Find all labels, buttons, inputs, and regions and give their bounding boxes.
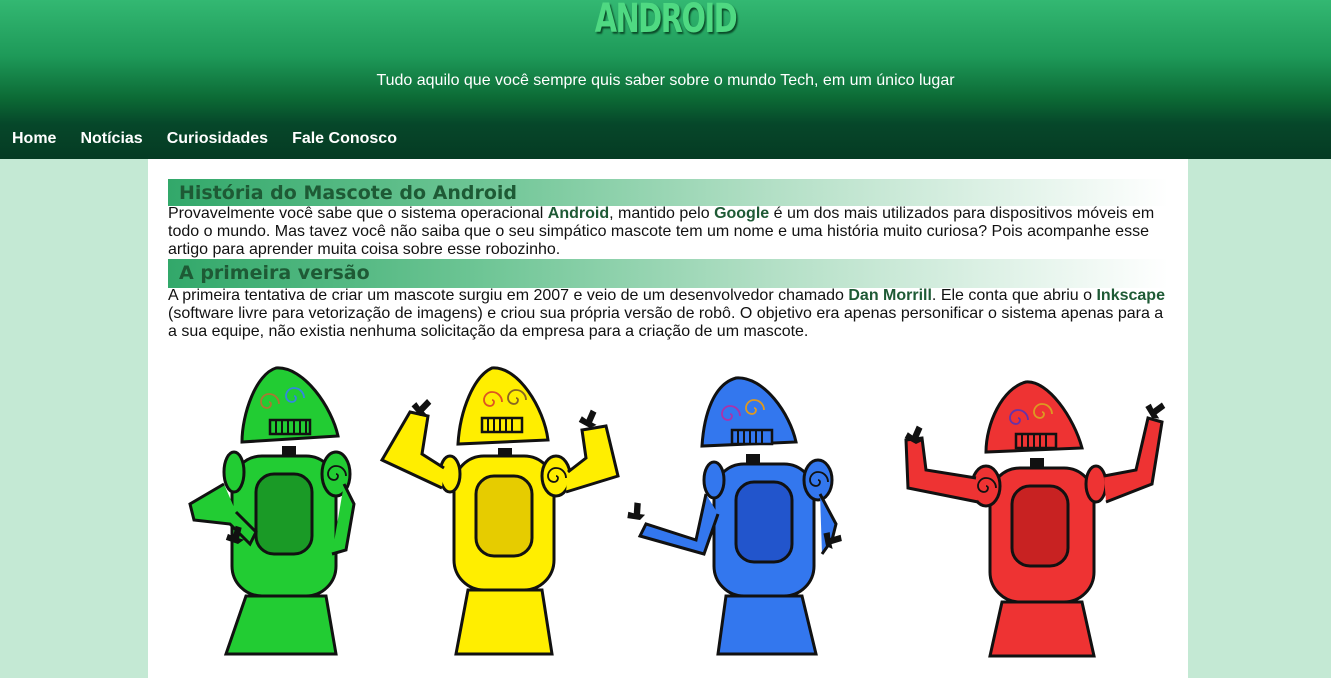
nav-fale-conosco-link[interactable]: Fale Conosco xyxy=(292,130,397,148)
first-version-text-2: . Ele conta que abriu o xyxy=(931,287,1097,304)
android-highlight: Android xyxy=(547,205,610,222)
intro-text-1: Provavelmente você sabe que o sistema op… xyxy=(168,205,548,222)
blue-robot xyxy=(622,376,845,656)
first-version-text-1: A primeira tentativa de criar um mascote… xyxy=(168,287,849,304)
inkscape-highlight: Inkscape xyxy=(1096,287,1165,304)
nav-curiosidades-link[interactable]: Curiosidades xyxy=(167,130,268,148)
site-header: ANDROID Tudo aquilo que você sempre quis… xyxy=(0,0,1331,159)
main-content: História do Mascote do Android Provavelm… xyxy=(148,159,1188,678)
yellow-robot xyxy=(379,366,620,656)
nav-noticias-link[interactable]: Notícias xyxy=(80,130,142,148)
intro-text-2: , mantido pelo xyxy=(609,205,715,222)
section-title-primeira-versao: A primeira versão xyxy=(168,259,1168,288)
main-nav: Home Notícias Curiosidades Fale Conosco xyxy=(12,130,397,148)
google-highlight: Google xyxy=(714,205,770,222)
red-robot xyxy=(903,380,1167,658)
nav-home-link[interactable]: Home xyxy=(12,130,56,148)
dan-morrill-highlight: Dan Morrill xyxy=(848,287,932,304)
green-robot xyxy=(188,366,356,656)
intro-paragraph: Provavelmente você sabe que o sistema op… xyxy=(168,205,1168,259)
first-version-paragraph: A primeira tentativa de criar um mascote… xyxy=(168,287,1168,341)
first-version-text-3: (software livre para vetorização de imag… xyxy=(168,305,1164,340)
section-title-historia: História do Mascote do Android xyxy=(168,179,1168,206)
site-logo[interactable]: ANDROID xyxy=(186,0,1144,42)
robot-mascots-image xyxy=(188,366,1167,658)
site-tagline: Tudo aquilo que você sempre quis saber s… xyxy=(376,72,955,89)
